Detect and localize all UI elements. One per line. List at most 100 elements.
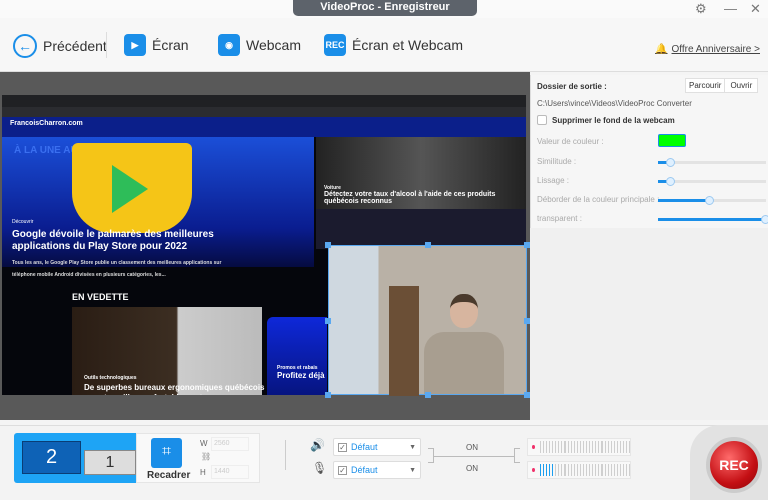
level-bar (595, 464, 597, 476)
level-bar (564, 441, 566, 453)
section-heading: EN VEDETTE (72, 292, 129, 302)
slider-thumb[interactable] (704, 196, 714, 205)
level-bar (573, 441, 575, 453)
slider-label: Similitude : (537, 157, 577, 166)
mic-state[interactable]: ON (466, 464, 478, 473)
level-bar (579, 441, 581, 453)
resize-handle[interactable] (325, 242, 331, 248)
level-bar (622, 464, 625, 476)
mode-screen-webcam[interactable]: REC Écran et Webcam (324, 34, 463, 56)
desk-article[interactable]: Outils technologiques De superbes bureau… (84, 373, 274, 395)
level-bar (626, 464, 628, 476)
monitor-2[interactable]: 2 (22, 441, 81, 474)
promo-card (267, 317, 327, 395)
slider-track[interactable] (658, 215, 768, 224)
level-bar (561, 441, 563, 453)
level-bar (552, 441, 554, 453)
hero-category: Découvrir (12, 219, 34, 225)
check-icon: ✓ (338, 465, 347, 475)
level-bar (542, 441, 545, 453)
crop-icon[interactable]: ⌗ (151, 438, 182, 468)
level-bar (546, 441, 548, 453)
webcam-overlay[interactable] (325, 242, 530, 398)
level-bar (579, 464, 581, 476)
slider-label: Lissage : (537, 176, 570, 185)
level-bar (592, 441, 594, 453)
webcam-icon: ◉ (218, 34, 240, 56)
close-button[interactable]: ✕ (750, 1, 761, 17)
level-bar (610, 464, 612, 476)
resize-handle[interactable] (325, 392, 331, 398)
level-bar (586, 464, 588, 476)
connector (514, 448, 520, 463)
mode-webcam[interactable]: ◉ Webcam (218, 34, 301, 56)
mic-level-meter (527, 461, 631, 479)
level-bar (549, 464, 551, 476)
slider-track[interactable] (658, 177, 766, 186)
slider-label: Déborder de la couleur principale : (537, 195, 660, 204)
phones-image (316, 209, 526, 249)
level-bar (604, 441, 606, 453)
level-bar (576, 441, 578, 453)
webcam-label: Webcam (246, 37, 301, 53)
level-bar (613, 441, 615, 453)
monitor-selector[interactable]: 2 1 (14, 433, 136, 483)
slider-thumb[interactable] (665, 177, 675, 186)
level-bar (542, 464, 545, 476)
chevron-down-icon: ▼ (409, 443, 416, 451)
open-button[interactable]: Ouvrir (725, 79, 757, 92)
slider-thumb[interactable] (665, 158, 675, 167)
back-button[interactable]: ← Précédent (13, 34, 107, 58)
width-input[interactable]: 2560 (211, 437, 249, 451)
level-bar (607, 441, 609, 453)
monitor-1[interactable]: 1 (84, 450, 136, 475)
offer-link[interactable]: 🔔 Offre Anniversaire > (655, 44, 760, 55)
desk-title: De superbes bureaux ergonomiques québéco… (84, 383, 265, 395)
level-bar (552, 464, 554, 476)
level-bar (582, 441, 585, 453)
browser-tabs (2, 95, 526, 107)
microphone-icon: 🎙 (312, 461, 328, 475)
panel-empty-area (530, 228, 768, 420)
level-bar (558, 441, 560, 453)
level-bar (564, 464, 566, 476)
level-bar (582, 464, 585, 476)
slider-track[interactable] (658, 158, 766, 167)
speaker-state[interactable]: ON (466, 443, 478, 452)
level-bar (570, 464, 572, 476)
side-article[interactable]: Voiture Détectez votre taux d'alcool à l… (324, 185, 514, 205)
minimize-button[interactable]: — (724, 1, 737, 16)
crop-label[interactable]: Recadrer (147, 470, 190, 481)
level-bar (616, 441, 618, 453)
level-bar (629, 441, 631, 453)
mic-dropdown[interactable]: ✓ Défaut ▼ (333, 461, 421, 479)
speaker-dropdown[interactable]: ✓ Défaut ▼ (333, 438, 421, 456)
rec-button[interactable]: REC (706, 437, 762, 493)
color-swatch[interactable] (658, 134, 686, 147)
level-bar (622, 441, 625, 453)
color-label: Valeur de couleur : (537, 137, 604, 146)
level-bar (546, 464, 548, 476)
remove-bg-checkbox[interactable]: Supprimer le fond de la webcam (537, 115, 675, 125)
mode-screen[interactable]: ▶ Écran (124, 34, 189, 56)
resize-handle[interactable] (425, 392, 431, 398)
gear-icon[interactable]: ⚙ (695, 1, 707, 17)
person (424, 294, 504, 396)
slider-thumb[interactable] (761, 215, 768, 224)
slider-fill (658, 218, 766, 221)
speaker-icon: 🔊 (310, 438, 325, 452)
output-path: C:\Users\vince\Videos\VideoProc Converte… (537, 99, 692, 108)
height-input[interactable]: 1440 (211, 465, 249, 479)
resize-handle[interactable] (425, 242, 431, 248)
link-icon[interactable]: ⛓ (201, 452, 211, 461)
slider-track[interactable] (658, 196, 766, 205)
browse-button[interactable]: Parcourir (686, 79, 726, 92)
hero-article[interactable]: Google dévoile le palmarès des meilleure… (12, 229, 272, 281)
promo-article[interactable]: Promos et rabais Profitez déjà (277, 365, 325, 380)
bell-icon: 🔔 (655, 44, 668, 55)
resize-handle[interactable] (325, 318, 331, 324)
slider-label: transparent : (537, 214, 582, 223)
slider-fill (658, 199, 710, 202)
level-bar (558, 464, 560, 476)
toolbar: ← Précédent ▶ Écran ◉ Webcam REC Écran e… (0, 18, 768, 72)
